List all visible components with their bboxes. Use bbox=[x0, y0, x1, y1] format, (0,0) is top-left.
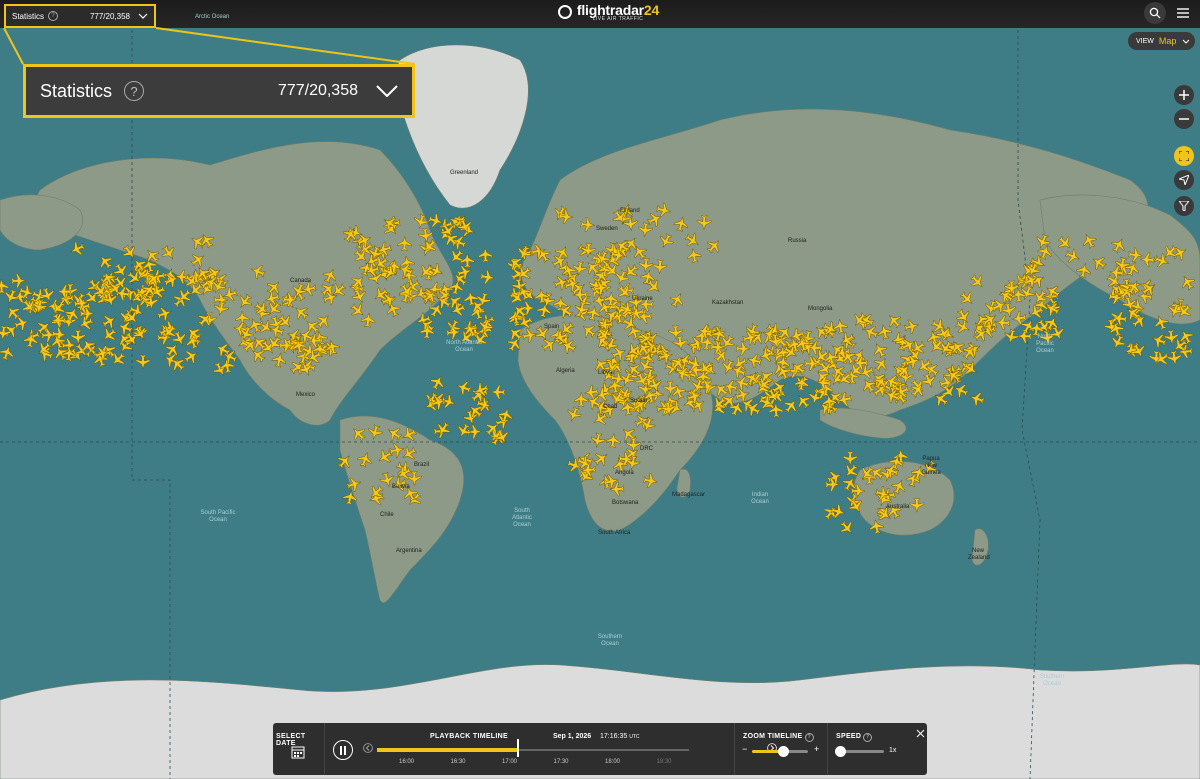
map-label: Botswana bbox=[612, 500, 639, 506]
fullscreen-icon bbox=[1179, 151, 1189, 161]
speed-slider-handle[interactable] bbox=[835, 746, 846, 757]
zoom-slider[interactable] bbox=[752, 746, 808, 757]
map-label: North Atlantic Ocean bbox=[446, 340, 482, 353]
pause-icon bbox=[340, 745, 346, 755]
logo-icon bbox=[558, 5, 572, 19]
map-label: Madagascar bbox=[672, 492, 706, 498]
map-label: South Pacific Ocean bbox=[200, 510, 236, 523]
zoom-timeline-section: ZOOM TIMELINE ? − + bbox=[735, 723, 828, 775]
timeline-tick-label: 16:00 bbox=[399, 759, 415, 765]
speed-value: 1x bbox=[889, 747, 897, 754]
view-label: VIEW bbox=[1136, 37, 1154, 45]
playback-timeline-title: PLAYBACK TIMELINE bbox=[430, 733, 508, 740]
zoom-timeline-title: ZOOM TIMELINE ? bbox=[743, 733, 814, 742]
help-icon[interactable]: ? bbox=[804, 733, 814, 742]
search-button[interactable] bbox=[1144, 2, 1166, 24]
map-label: South Atlantic Ocean bbox=[512, 508, 532, 528]
chevron-down-icon[interactable] bbox=[376, 81, 398, 102]
map-label: Kazakhstan bbox=[712, 300, 744, 306]
speed-section: SPEED ? 1x bbox=[828, 723, 927, 775]
playback-panel: SELECT DATE PLAYBACK TIMELINE Sep 1, 202… bbox=[273, 723, 927, 775]
timeline-progress bbox=[377, 748, 518, 752]
search-icon bbox=[1149, 7, 1161, 19]
map-label: Sweden bbox=[596, 226, 618, 232]
statistics-panel-zoomed[interactable]: Statistics ? 777/20,358 bbox=[23, 64, 415, 118]
chevron-down-icon bbox=[1183, 39, 1190, 44]
map-label: Southern Ocean bbox=[1039, 674, 1065, 687]
playback-timeline-section: PLAYBACK TIMELINE Sep 1, 2026 17:16:35 U… bbox=[325, 723, 777, 775]
calendar-icon[interactable] bbox=[291, 745, 305, 759]
logo-suffix: 24 bbox=[643, 2, 660, 18]
map-label: North Pacific Ocean bbox=[1036, 334, 1054, 354]
map-label: Brazil bbox=[414, 462, 430, 468]
map-label: Southern Ocean bbox=[597, 634, 623, 647]
map-label: Libya bbox=[598, 370, 613, 376]
statistics-label-zoomed: Statistics bbox=[40, 80, 113, 101]
menu-icon bbox=[1177, 8, 1189, 18]
map-label: Sudan bbox=[630, 398, 648, 404]
map-label: Russia bbox=[788, 238, 807, 244]
zoom-minus[interactable]: − bbox=[742, 744, 747, 754]
fullscreen-button[interactable] bbox=[1174, 146, 1194, 166]
map-label: South Africa bbox=[598, 530, 631, 536]
location-button[interactable] bbox=[1174, 170, 1194, 190]
pause-button[interactable] bbox=[333, 740, 353, 760]
map-label: Ukraine bbox=[632, 296, 653, 302]
timeline-tick-label: 17:00 bbox=[502, 759, 518, 765]
zoom-in-button[interactable] bbox=[1174, 85, 1194, 105]
select-date-section[interactable]: SELECT DATE bbox=[273, 723, 325, 775]
filter-icon bbox=[1179, 201, 1189, 211]
location-icon bbox=[1179, 175, 1189, 185]
view-value: Map bbox=[1158, 36, 1177, 46]
prev-icon[interactable] bbox=[363, 743, 373, 753]
zoom-in-icon bbox=[1179, 90, 1189, 100]
timeline-cursor[interactable] bbox=[517, 739, 520, 757]
map-label: Bolivia bbox=[392, 484, 410, 490]
timeline-tick-label: 16:30 bbox=[450, 759, 466, 765]
map-label: Spain bbox=[544, 324, 560, 330]
filter-button[interactable] bbox=[1174, 196, 1194, 216]
map-label: Argentina bbox=[396, 548, 422, 554]
zoom-out-icon bbox=[1179, 118, 1189, 120]
map-label: Greenland bbox=[450, 170, 479, 176]
zoom-plus[interactable]: + bbox=[814, 744, 819, 754]
logo[interactable]: flightradar24 LIVE AIR TRAFFIC bbox=[558, 2, 678, 26]
map-label: Chad bbox=[603, 404, 618, 410]
map-label: Finland bbox=[620, 208, 640, 214]
map-label: Chile bbox=[380, 512, 394, 518]
timeline-tick-label: 17:30 bbox=[553, 759, 569, 765]
map-label: DRC bbox=[640, 446, 653, 452]
map-label: Indian Ocean bbox=[751, 492, 769, 505]
map-label: New Zealand bbox=[968, 548, 990, 561]
timeline-tick-label: 18:30 bbox=[656, 759, 672, 765]
map-label: Mongolia bbox=[808, 306, 833, 312]
map-label: Canada bbox=[290, 278, 312, 284]
playback-time: 17:16:35 UTC bbox=[600, 733, 640, 740]
map-label: Algeria bbox=[556, 368, 575, 374]
help-icon[interactable]: ? bbox=[863, 733, 873, 742]
timeline-tick-label: 18:00 bbox=[605, 759, 621, 765]
zoom-out-button[interactable] bbox=[1174, 109, 1194, 129]
speed-title: SPEED ? bbox=[836, 733, 873, 742]
map-label: Australia bbox=[886, 504, 910, 510]
help-icon[interactable]: ? bbox=[124, 81, 145, 101]
map-label: Mexico bbox=[296, 392, 316, 398]
map-label: Papua New Guinea bbox=[921, 456, 941, 476]
zoom-slider-handle[interactable] bbox=[777, 746, 789, 757]
map-label: Arctic Ocean bbox=[195, 14, 230, 20]
map-label: Angola bbox=[615, 470, 634, 476]
statistics-count-zoomed: 777/20,358 bbox=[277, 82, 358, 99]
view-selector[interactable]: VIEW Map bbox=[1128, 32, 1195, 50]
timeline-track[interactable] bbox=[377, 739, 689, 757]
menu-button[interactable] bbox=[1172, 2, 1194, 24]
close-icon[interactable] bbox=[916, 729, 925, 738]
playback-date: Sep 1, 2026 bbox=[553, 733, 592, 740]
speed-slider[interactable] bbox=[835, 746, 884, 757]
